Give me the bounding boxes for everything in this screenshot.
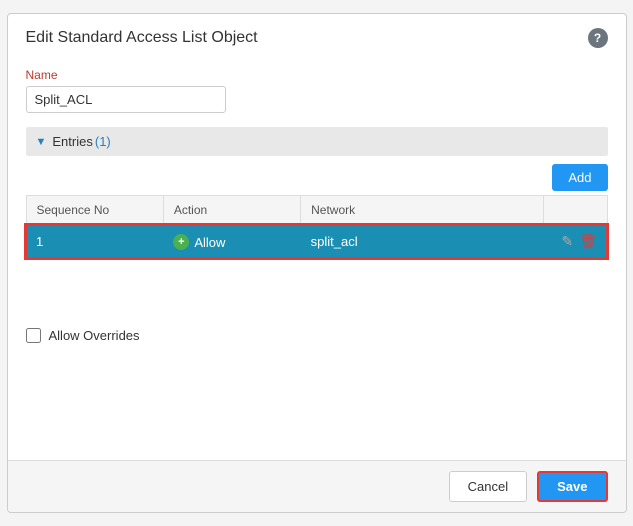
entries-label: Entries (52, 134, 92, 149)
edit-icon[interactable]: ✎ (561, 233, 573, 250)
save-button[interactable]: Save (537, 471, 607, 502)
entries-section: ▼ Entries (1) Add Sequence No Action Net… (26, 127, 608, 258)
cell-network: split_acl (301, 225, 544, 259)
table-row[interactable]: 1 + Allow split_acl ✎ 🗑 (26, 225, 607, 259)
allow-icon-wrapper: + Allow (173, 234, 225, 250)
action-label: Allow (194, 235, 225, 250)
dialog-title: Edit Standard Access List Object (26, 29, 258, 47)
allow-circle-icon: + (173, 234, 189, 250)
entries-count: (1) (95, 134, 111, 149)
col-header-action: Action (163, 196, 300, 225)
cell-ops: ✎ 🗑 (544, 225, 607, 259)
col-header-ops (544, 196, 607, 225)
delete-icon[interactable]: 🗑 (579, 233, 597, 250)
col-header-seq: Sequence No (26, 196, 163, 225)
edit-dialog: Edit Standard Access List Object ? Name … (7, 13, 627, 513)
name-label: Name (26, 68, 608, 82)
name-input[interactable] (26, 86, 226, 113)
row-actions: ✎ 🗑 (554, 233, 597, 250)
allow-overrides-checkbox[interactable] (26, 328, 41, 343)
dialog-body: Name ▼ Entries (1) Add Sequence No Actio… (8, 58, 626, 363)
cell-action: + Allow (163, 225, 300, 259)
help-icon[interactable]: ? (588, 28, 608, 48)
add-button[interactable]: Add (552, 164, 607, 191)
col-header-network: Network (301, 196, 544, 225)
table-header-row: Sequence No Action Network (26, 196, 607, 225)
expand-arrow-icon: ▼ (36, 136, 47, 148)
dialog-header: Edit Standard Access List Object ? (8, 14, 626, 58)
cancel-button[interactable]: Cancel (449, 471, 527, 502)
entries-table: Sequence No Action Network 1 + Allow (26, 195, 608, 258)
dialog-footer: Cancel Save (8, 460, 626, 512)
allow-overrides-section: Allow Overrides (26, 318, 608, 353)
cell-seq: 1 (26, 225, 163, 259)
allow-overrides-label: Allow Overrides (49, 328, 140, 343)
entries-header: ▼ Entries (1) (26, 127, 608, 156)
table-toolbar: Add (26, 156, 608, 195)
